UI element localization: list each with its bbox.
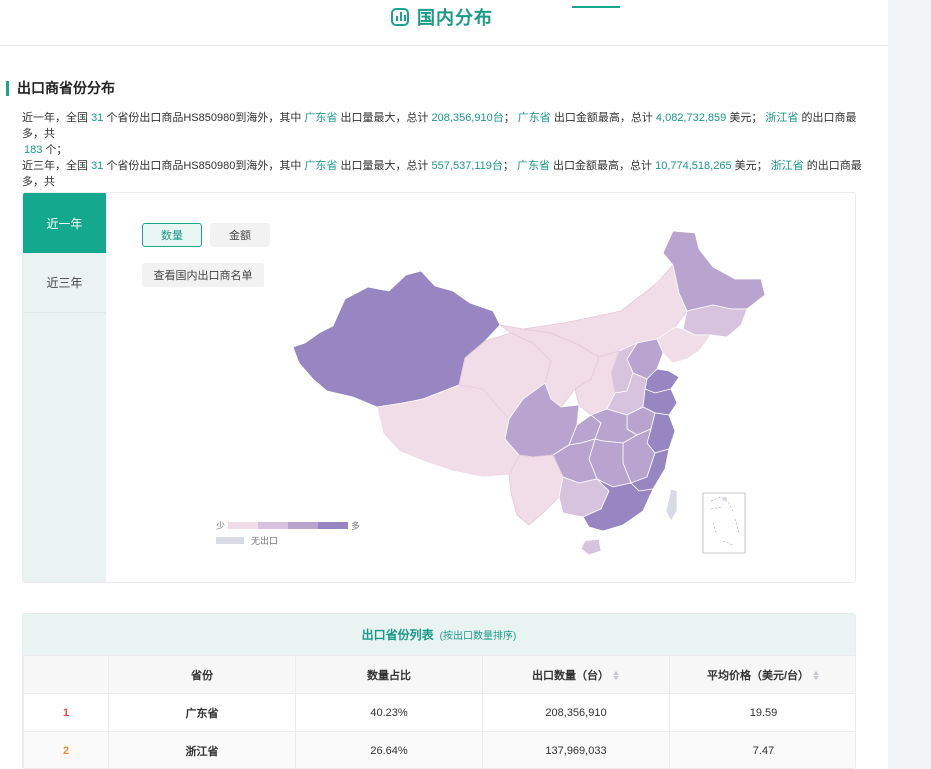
legend-swatch-3 [288,521,319,529]
section-title: 出口商省份分布 [17,80,115,96]
chart-icon [391,8,409,26]
summary-text-part: 近三年，全国 [22,160,92,172]
col-qty-header[interactable]: 出口数量（台） [482,655,670,694]
share-cell: 26.64% [295,731,483,768]
share-cell: 40.23% [295,693,483,732]
province-cell: 广东省 [108,693,296,732]
table-row: 2 浙江省 26.64% 137,969,033 7.47 [23,731,855,768]
summary-text-part: 出口金额最高，总计 [549,160,656,172]
summary-text-part: 个省份出口商品HS850980到海外，其中 [103,112,305,124]
page-header: 国内分布 [391,4,493,30]
sort-icon[interactable] [613,671,620,681]
tab-indicator [572,6,620,8]
price-cell: 19.59 [669,693,855,732]
col-share-header: 数量占比 [295,655,483,694]
province-count: 31 [91,112,104,124]
china-choropleth-map [292,230,766,556]
qty-cell: 137,969,033 [482,731,670,768]
summary-text-part: 近一年，全国 [22,112,92,124]
qty-cell: 208,356,910 [482,693,670,732]
legend-scale: 少 多 [216,519,360,531]
map-region-taiwan[interactable] [665,488,678,522]
rank-cell: 1 [23,693,109,732]
legend-no-export: 无出口 [216,534,360,546]
legend-swatch-4 [318,521,349,529]
scroll-gutter [888,0,931,769]
legend-low-label: 少 [216,520,226,531]
top-exporter-province: 浙江省 [765,112,799,124]
section-header: 出口商省份分布 [6,78,115,98]
sort-icon[interactable] [813,671,820,681]
list-title: 出口省份列表 [361,628,434,642]
legend-high-label: 多 [351,520,361,531]
page-title: 国内分布 [417,8,493,28]
col-price-label: 平均价格（美元/台） [706,669,810,682]
summary-text-part: ； [503,112,518,124]
top-amount-value: 10,774,518,265 [655,160,732,172]
table-header-row: 省份 数量占比 出口数量（台） 平均价格（美元/台） [23,655,855,694]
top-qty-province: 广东省 [304,160,338,172]
summary-text-part: 出口量最大，总计 [337,160,432,172]
legend-swatch-none [216,536,244,544]
col-qty-label: 出口数量（台） [532,669,609,682]
summary-text-part: 个； [42,144,68,156]
col-province-header: 省份 [108,655,296,694]
table-row: 1 广东省 40.23% 208,356,910 19.59 [23,693,855,732]
south-china-sea-inset [702,492,746,554]
map-region-yunnan[interactable] [508,454,564,526]
top-qty-value: 208,356,910台 [431,112,504,124]
map-card: 近一年 近三年 数量 金额 查看国内出口商名单 少 多 无出口 [22,192,856,583]
summary-text-part: ； [502,160,517,172]
map-legend: 少 多 无出口 [216,519,360,546]
legend-none-label: 无出口 [251,535,279,546]
exporter-count: 183 [24,144,43,156]
legend-swatch-1 [228,521,259,529]
price-cell: 7.47 [669,731,855,768]
province-table: 省份 数量占比 出口数量（台） 平均价格（美元/台） 1 广东省 40.23% … [23,655,855,768]
list-subtitle: (按出口数量排序) [439,631,517,642]
map-region-hainan[interactable] [580,538,602,556]
section-accent-bar [6,80,9,96]
summary-text-part: 个省份出口商品HS850980到海外，其中 [103,160,305,172]
province-cell: 浙江省 [108,731,296,768]
list-header: 出口省份列表 (按出口数量排序) [23,614,855,655]
summary-text-part: 出口金额最高，总计 [550,112,656,124]
map-region-jilin[interactable] [682,304,748,338]
top-amount-province: 广东省 [516,160,550,172]
legend-swatch-2 [258,521,289,529]
summary-text-part: 美元； [726,112,766,124]
col-price-header[interactable]: 平均价格（美元/台） [669,655,855,694]
top-bar: 国内分布 [0,0,888,46]
top-amount-province: 广东省 [517,112,551,124]
top-qty-province: 广东省 [304,112,338,124]
summary-text-part: 出口量最大，总计 [337,112,432,124]
top-qty-value: 557,537,119台 [431,160,503,172]
top-amount-value: 4,082,732,859 [655,112,727,124]
top-exporter-province: 浙江省 [770,160,804,172]
province-list-card: 出口省份列表 (按出口数量排序) 省份 数量占比 出口数量（台） 平均价格（美元… [22,613,856,769]
summary-year1: 近一年，全国 31 个省份出口商品HS850980到海外，其中 广东省 出口量最… [22,110,862,158]
rank-cell: 2 [23,731,109,768]
col-rank-header [23,655,109,694]
summary-text-part: 美元； [731,160,771,172]
province-count: 31 [91,160,104,172]
